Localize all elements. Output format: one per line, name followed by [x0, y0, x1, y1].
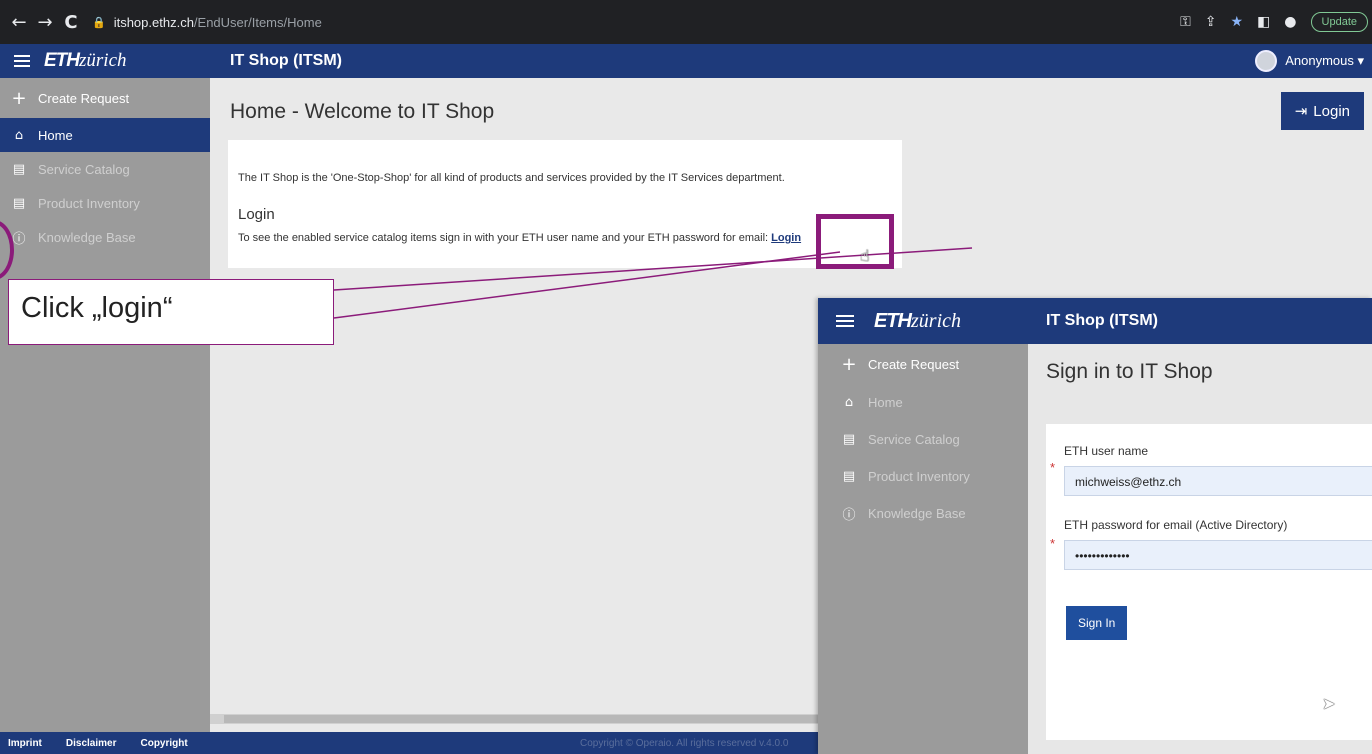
signin-form: ETH user name * michweiss@ethz.ch ETH pa…	[1046, 424, 1372, 740]
password-field[interactable]: •••••••••••••	[1064, 540, 1372, 570]
sidebar-item-knowledge-base[interactable]: ⓘ Knowledge Base	[818, 495, 1028, 532]
sidebar-item-service-catalog[interactable]: ▤ Service Catalog	[818, 421, 1028, 458]
document-icon: ▤	[842, 469, 856, 484]
sidebar-item-product-inventory[interactable]: ▤ Product Inventory	[818, 458, 1028, 495]
document-icon: ▤	[842, 432, 856, 447]
signin-screenshot-inset: ETHzürich IT Shop (ITSM) + Create Reques…	[818, 298, 1372, 754]
app-title: IT Shop (ITSM)	[1046, 312, 1158, 329]
home-icon: ⌂	[844, 395, 854, 410]
info-icon: ⓘ	[842, 508, 856, 523]
required-marker: *	[1050, 536, 1056, 551]
sidebar-item-home[interactable]: ⌂ Home	[818, 384, 1028, 421]
username-field[interactable]: michweiss@ethz.ch	[1064, 466, 1372, 496]
username-label: ETH user name	[1064, 444, 1149, 458]
password-label: ETH password for email (Active Directory…	[1064, 518, 1288, 532]
cursor-hand-icon: ☝	[860, 246, 870, 265]
menu-icon[interactable]	[836, 312, 854, 330]
signin-title: Sign in to IT Shop	[1046, 360, 1213, 383]
instruction-callout: Click „login“	[8, 279, 334, 345]
login-highlight-box	[816, 214, 894, 269]
plus-icon: +	[841, 353, 857, 375]
eth-logo[interactable]: ETHzürich	[874, 310, 961, 333]
inset-sidebar: + Create Request ⌂ Home ▤ Service Catalo…	[818, 344, 1028, 754]
signin-button[interactable]: Sign In	[1066, 606, 1128, 640]
inset-app-header: ETHzürich IT Shop (ITSM)	[818, 298, 1372, 344]
cursor-arrow-icon: ➤	[1322, 694, 1336, 713]
sidebar-item-create-request[interactable]: + Create Request	[818, 344, 1028, 384]
required-marker: *	[1050, 460, 1056, 475]
